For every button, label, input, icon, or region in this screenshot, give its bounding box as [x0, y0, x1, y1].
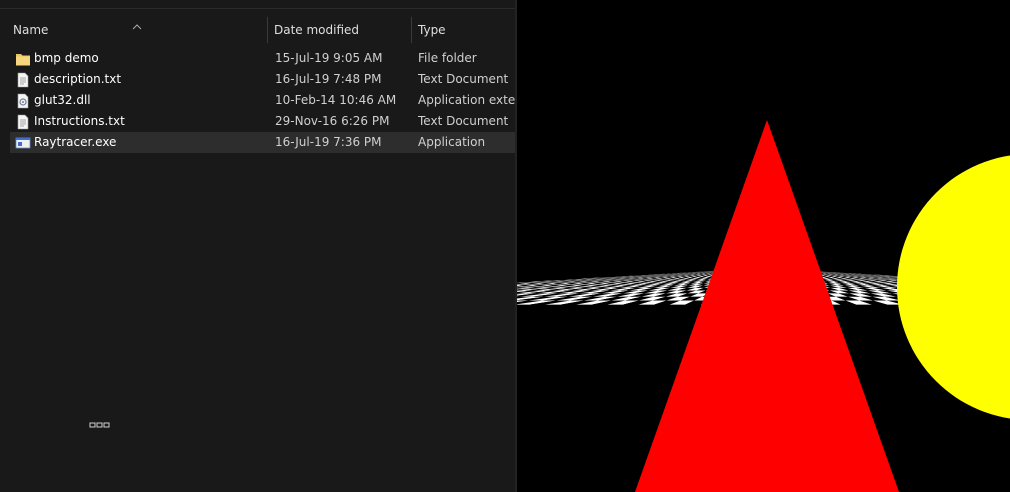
file-date-modified: 15-Jul-19 9:05 AM: [275, 51, 383, 65]
file-name: Instructions.txt: [34, 114, 125, 128]
file-name: glut32.dll: [34, 93, 91, 107]
file-type: Text Document: [418, 114, 509, 128]
file-row[interactable]: Raytracer.exe 16-Jul-19 7:36 PM Applicatio…: [10, 132, 516, 153]
file-date-modified: 29-Nov-16 6:26 PM: [275, 114, 390, 128]
column-header-row: Name Date modified Type: [0, 17, 516, 43]
text-file-icon: [15, 72, 31, 88]
file-row[interactable]: bmp demo 15-Jul-19 9:05 AM File folder: [10, 48, 516, 69]
file-row[interactable]: glut32.dll 10-Feb-14 10:46 AM Application …: [10, 90, 516, 111]
file-name: bmp demo: [34, 51, 99, 65]
address-bar-edge: [0, 0, 516, 9]
file-date-modified: 16-Jul-19 7:36 PM: [275, 135, 382, 149]
file-name: Raytracer.exe: [34, 135, 117, 149]
file-type: File folder: [418, 51, 477, 65]
column-header-date[interactable]: Date modified: [268, 17, 411, 43]
dll-file-icon: [15, 93, 31, 109]
raytracer-render-window: [517, 0, 1010, 492]
busy-cursor-icon: [89, 422, 110, 428]
file-date-modified: 16-Jul-19 7:48 PM: [275, 72, 382, 86]
column-header-type[interactable]: Type: [412, 17, 516, 43]
file-explorer-pane: Name Date modified Type bmp demo 15-Jul-1…: [0, 0, 516, 492]
text-file-icon: [15, 114, 31, 130]
file-row[interactable]: description.txt 16-Jul-19 7:48 PM Text Doc…: [10, 69, 516, 90]
file-row[interactable]: Instructions.txt 29-Nov-16 6:26 PM Text Do…: [10, 111, 516, 132]
column-header-name[interactable]: Name: [7, 17, 267, 43]
file-date-modified: 10-Feb-14 10:46 AM: [275, 93, 397, 107]
file-type: Application: [418, 135, 486, 149]
exe-file-icon: [15, 135, 31, 151]
file-name: description.txt: [34, 72, 122, 86]
folder-icon: [15, 51, 31, 67]
file-type: Application exten...: [418, 93, 516, 107]
file-type: Text Document: [418, 72, 509, 86]
